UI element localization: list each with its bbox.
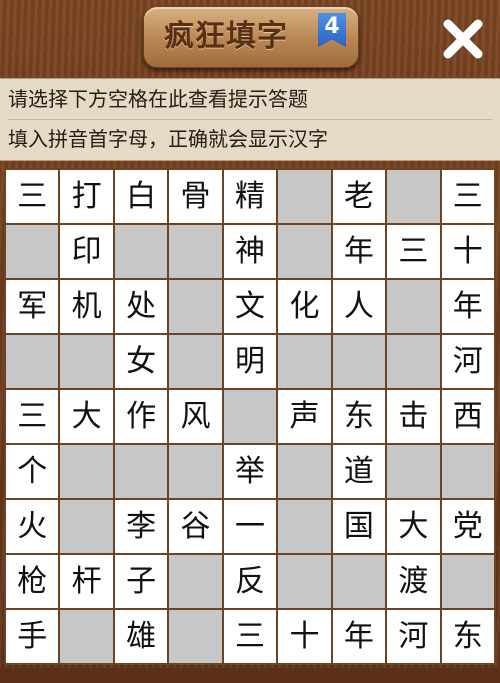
- grid-cell-filled[interactable]: 一: [223, 500, 277, 553]
- grid-cell-filled[interactable]: 作: [114, 390, 168, 443]
- grid-cell-filled[interactable]: 三: [441, 170, 494, 223]
- grid-cell-filled[interactable]: 雄: [114, 610, 168, 663]
- grid-cell-filled[interactable]: 西: [441, 390, 494, 443]
- grid-cell-empty[interactable]: [169, 335, 222, 388]
- grid-cell-empty[interactable]: [60, 335, 113, 388]
- grid-cell-filled[interactable]: 个: [6, 445, 59, 498]
- grid-cell-filled[interactable]: 河: [441, 335, 494, 388]
- grid-cell-empty[interactable]: [387, 445, 440, 498]
- grid-cell-empty[interactable]: [6, 335, 59, 388]
- grid-cell-empty[interactable]: [332, 555, 386, 608]
- grid-cell-filled[interactable]: 李: [114, 500, 168, 553]
- grid-cell-empty[interactable]: [387, 335, 440, 388]
- grid-cell-filled[interactable]: 风: [169, 390, 222, 443]
- bottom-strip: [0, 668, 500, 683]
- grid-cell-filled[interactable]: 军: [6, 280, 59, 333]
- grid-cell-filled[interactable]: 杆: [60, 555, 113, 608]
- grid-cell-filled[interactable]: 老: [332, 170, 386, 223]
- grid-cell-filled[interactable]: 道: [332, 445, 386, 498]
- grid-cell-empty[interactable]: [278, 445, 331, 498]
- grid-cell-filled[interactable]: 火: [6, 500, 59, 553]
- grid-cell-empty[interactable]: [332, 335, 386, 388]
- level-badge: 4: [318, 13, 346, 47]
- grid-cell-empty[interactable]: [60, 500, 113, 553]
- grid-cell-filled[interactable]: 年: [332, 225, 386, 278]
- grid-cell-filled[interactable]: 反: [223, 555, 277, 608]
- grid-cell-empty[interactable]: [441, 555, 494, 608]
- grid-cell-filled[interactable]: 三: [223, 610, 277, 663]
- grid-cell-filled[interactable]: 年: [441, 280, 494, 333]
- grid-cell-filled[interactable]: 河: [387, 610, 440, 663]
- grid-cell-filled[interactable]: 精: [223, 170, 277, 223]
- grid-cell-filled[interactable]: 党: [441, 500, 494, 553]
- grid-cell-filled[interactable]: 明: [223, 335, 277, 388]
- grid-cell-filled[interactable]: 手: [6, 610, 59, 663]
- hint-text-line-1: 请选择下方空格在此查看提示答题: [8, 79, 492, 120]
- grid-cell-filled[interactable]: 神: [223, 225, 277, 278]
- grid-cell-filled[interactable]: 谷: [169, 500, 222, 553]
- grid-cell-empty[interactable]: [278, 170, 331, 223]
- grid-cell-filled[interactable]: 十: [278, 610, 331, 663]
- grid-cell-filled[interactable]: 文: [223, 280, 277, 333]
- grid-cell-filled[interactable]: 打: [60, 170, 113, 223]
- grid-cell-empty[interactable]: [114, 445, 168, 498]
- grid-cell-empty[interactable]: [278, 500, 331, 553]
- grid-cell-filled[interactable]: 渡: [387, 555, 440, 608]
- grid-cell-empty[interactable]: [441, 445, 494, 498]
- grid-cell-empty[interactable]: [169, 280, 222, 333]
- grid-cell-filled[interactable]: 大: [387, 500, 440, 553]
- grid-cell-filled[interactable]: 白: [114, 170, 168, 223]
- close-button[interactable]: [440, 16, 486, 62]
- grid-cell-empty[interactable]: [387, 280, 440, 333]
- grid-cell-filled[interactable]: 人: [332, 280, 386, 333]
- close-x-icon: [443, 19, 483, 59]
- grid-cell-filled[interactable]: 东: [332, 390, 386, 443]
- grid-cell-filled[interactable]: 声: [278, 390, 331, 443]
- hint-text-line-2: 填入拼音首字母，正确就会显示汉字: [8, 127, 328, 151]
- grid-cell-filled[interactable]: 子: [114, 555, 168, 608]
- title-plaque: 疯狂填字 4: [143, 6, 359, 68]
- grid-cell-empty[interactable]: [60, 610, 113, 663]
- grid-cell-empty[interactable]: [278, 225, 331, 278]
- grid-cell-filled[interactable]: 三: [6, 390, 59, 443]
- grid-cell-filled[interactable]: 大: [60, 390, 113, 443]
- grid-cell-filled[interactable]: 处: [114, 280, 168, 333]
- grid-cell-empty[interactable]: [278, 555, 331, 608]
- grid-cell-empty[interactable]: [169, 555, 222, 608]
- grid-cell-filled[interactable]: 骨: [169, 170, 222, 223]
- hint-panel: 请选择下方空格在此查看提示答题 填入拼音首字母，正确就会显示汉字: [0, 78, 500, 161]
- grid-cell-empty[interactable]: [114, 225, 168, 278]
- grid-cell-filled[interactable]: 十: [441, 225, 494, 278]
- grid-cell-empty[interactable]: [169, 445, 222, 498]
- grid-cell-filled[interactable]: 击: [387, 390, 440, 443]
- grid-cell-filled[interactable]: 女: [114, 335, 168, 388]
- grid-cell-filled[interactable]: 印: [60, 225, 113, 278]
- grid-cell-filled[interactable]: 三: [387, 225, 440, 278]
- grid-cell-filled[interactable]: 举: [223, 445, 277, 498]
- grid-cell-empty[interactable]: [278, 335, 331, 388]
- grid-cell-filled[interactable]: 三: [6, 170, 59, 223]
- top-bar: 疯狂填字 4: [0, 0, 500, 72]
- grid-cell-filled[interactable]: 机: [60, 280, 113, 333]
- grid-cell-empty[interactable]: [169, 610, 222, 663]
- grid-cell-filled[interactable]: 东: [441, 610, 494, 663]
- grid-cell-empty[interactable]: [387, 170, 440, 223]
- grid-cell-empty[interactable]: [60, 445, 113, 498]
- grid-cell-filled[interactable]: 年: [332, 610, 386, 663]
- grid-cell-filled[interactable]: 化: [278, 280, 331, 333]
- crossword-board: 三打白骨精老三印神年三十军机处文化人年女明河三大作风声东击西个举道火李谷一国大党…: [4, 168, 496, 665]
- grid-cell-empty[interactable]: [6, 225, 59, 278]
- grid-cell-empty[interactable]: [169, 225, 222, 278]
- grid-cell-empty[interactable]: [223, 390, 277, 443]
- game-title: 疯狂填字: [164, 19, 288, 54]
- grid-cell-filled[interactable]: 国: [332, 500, 386, 553]
- grid-cell-filled[interactable]: 枪: [6, 555, 59, 608]
